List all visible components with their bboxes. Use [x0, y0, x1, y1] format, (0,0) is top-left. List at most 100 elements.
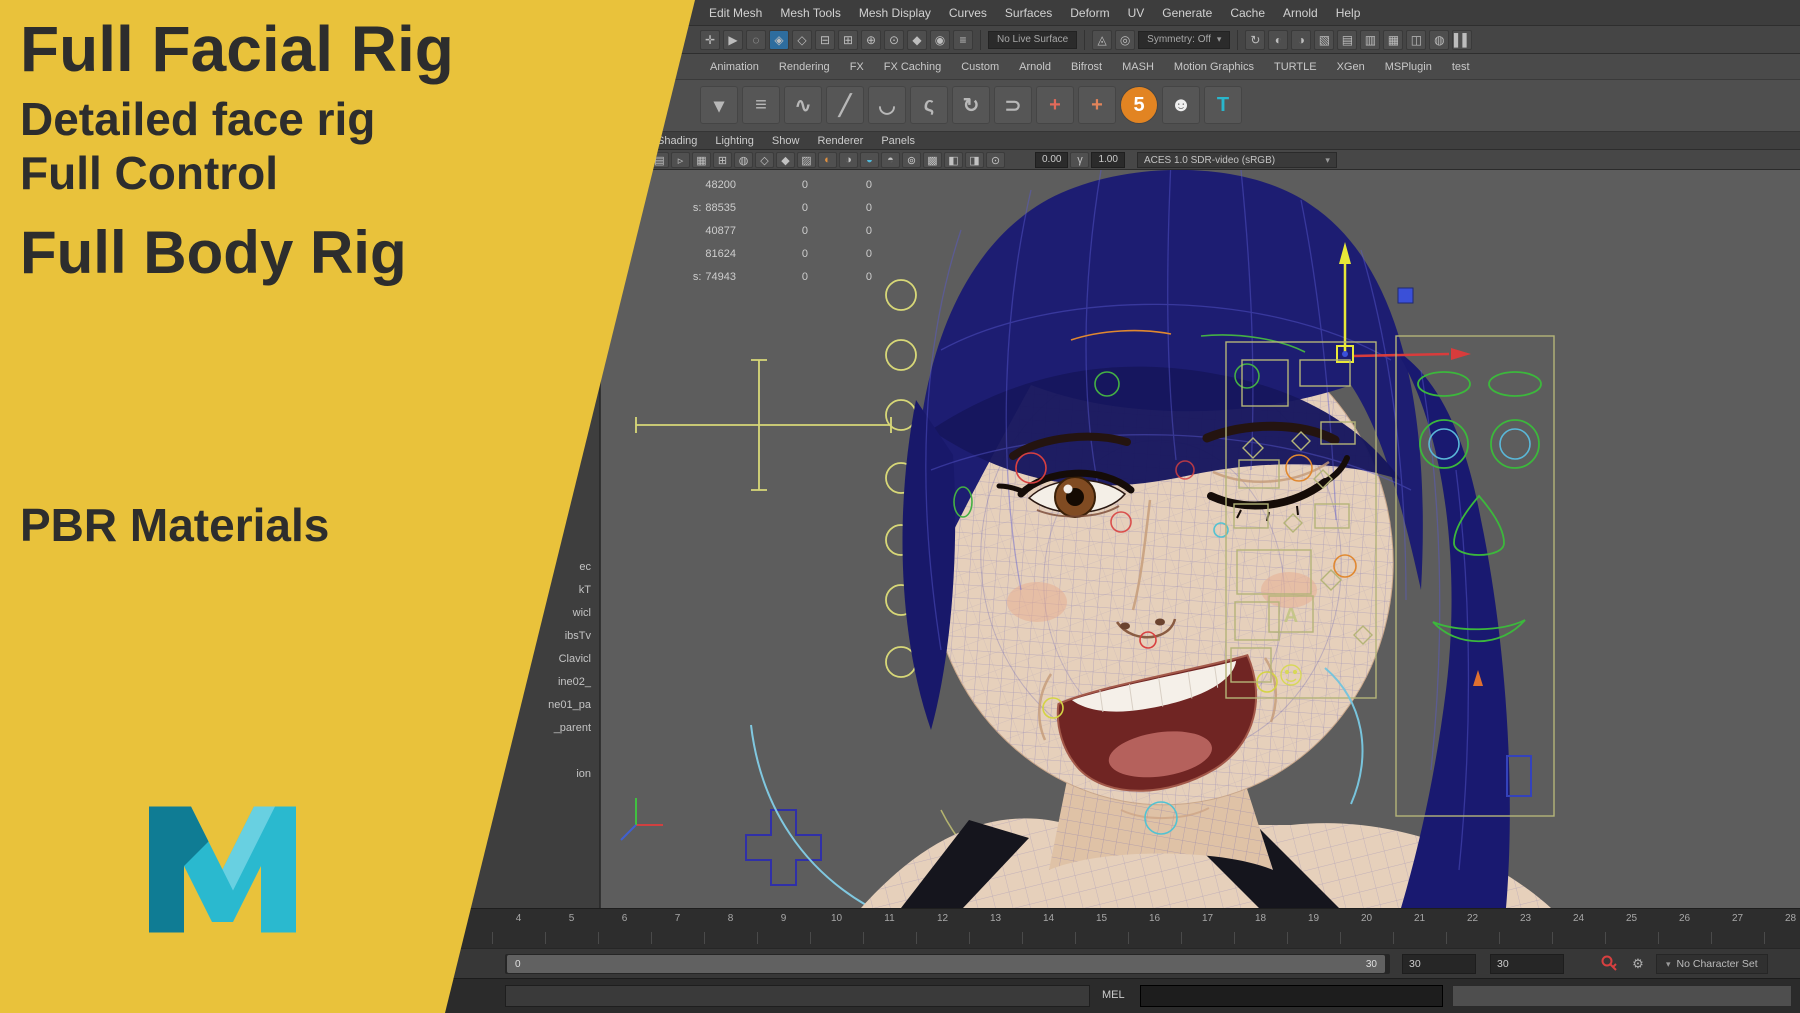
- lights-icon[interactable]: ◐: [818, 152, 837, 168]
- poly-tool-pink-icon[interactable]: +: [1078, 86, 1116, 124]
- ambient-occlusion-icon[interactable]: ◒: [860, 152, 879, 168]
- snap-to-curve-icon[interactable]: ⊕: [861, 30, 881, 50]
- shelf-tab[interactable]: FX: [840, 61, 874, 73]
- isolate-select-icon[interactable]: ◧: [944, 152, 963, 168]
- render-settings-icon[interactable]: ▤: [1337, 30, 1357, 50]
- select-tool-icon[interactable]: ▶: [723, 30, 743, 50]
- panel-menu-item[interactable]: Lighting: [706, 135, 763, 147]
- menubar-item[interactable]: Curves: [940, 6, 996, 20]
- shelf-tab[interactable]: TURTLE: [1264, 61, 1327, 73]
- frame-number[interactable]: 23: [1499, 913, 1552, 924]
- shadows-icon[interactable]: ◑: [839, 152, 858, 168]
- panel-menu-item[interactable]: Renderer: [808, 135, 872, 147]
- viewport[interactable]: A: [600, 170, 1800, 908]
- open-render-view-icon[interactable]: ◐: [1268, 30, 1288, 50]
- gamma-field[interactable]: 1.00: [1091, 152, 1124, 168]
- menubar-item[interactable]: Cache: [1221, 6, 1274, 20]
- hierarchy-mode-icon[interactable]: ⊟: [815, 30, 835, 50]
- xray-icon[interactable]: ◨: [965, 152, 984, 168]
- gamma-icon[interactable]: γ: [1070, 152, 1089, 168]
- shelf-tab[interactable]: Arnold: [1009, 61, 1061, 73]
- light-toggle-icon[interactable]: ◍: [1429, 30, 1449, 50]
- oversampling-icon[interactable]: ◍: [734, 152, 753, 168]
- shelf-tab[interactable]: Custom: [951, 61, 1009, 73]
- shelf-menu-icon[interactable]: ≡: [742, 86, 780, 124]
- range-bar[interactable]: 0 30: [507, 955, 1385, 973]
- five-sided-polygon-icon[interactable]: 5: [1120, 86, 1158, 124]
- frame-number[interactable]: 19: [1287, 913, 1340, 924]
- character-mesh[interactable]: [861, 170, 1551, 908]
- shelf-overflow-icon[interactable]: ▾: [700, 86, 738, 124]
- ep-curve-tool-icon[interactable]: ∿: [784, 86, 822, 124]
- animation-end-field[interactable]: 30: [1490, 954, 1564, 974]
- object-mode-icon[interactable]: ◈: [769, 30, 789, 50]
- shelf-tab[interactable]: Rendering: [769, 61, 840, 73]
- textured-mode-icon[interactable]: ▨: [797, 152, 816, 168]
- anim-preferences-icon[interactable]: ⚙: [1628, 954, 1648, 974]
- exposure-icon[interactable]: ⊙: [986, 152, 1005, 168]
- shelf-tab[interactable]: Bifrost: [1061, 61, 1112, 73]
- menubar-item[interactable]: Mesh Display: [850, 6, 940, 20]
- frame-number[interactable]: 24: [1552, 913, 1605, 924]
- frame-number[interactable]: 9: [757, 913, 810, 924]
- 2d-pan-zoom-icon[interactable]: ⊞: [713, 152, 732, 168]
- command-language-label[interactable]: MEL: [1102, 989, 1125, 1001]
- component-mode-icon[interactable]: ◇: [792, 30, 812, 50]
- capture-icon[interactable]: ◫: [1406, 30, 1426, 50]
- frame-number[interactable]: 10: [810, 913, 863, 924]
- shelf-tab[interactable]: Motion Graphics: [1164, 61, 1264, 73]
- menubar-item[interactable]: Surfaces: [996, 6, 1061, 20]
- frame-number[interactable]: 5: [545, 913, 598, 924]
- shelf-tab[interactable]: MSPlugin: [1375, 61, 1442, 73]
- symmetry-selector[interactable]: Symmetry: Off ▾: [1138, 31, 1230, 49]
- frame-number[interactable]: 7: [651, 913, 704, 924]
- auto-key-icon[interactable]: [1600, 954, 1620, 974]
- shelf-tab[interactable]: FX Caching: [874, 61, 951, 73]
- make-live-icon[interactable]: ◉: [930, 30, 950, 50]
- frame-number[interactable]: 8: [704, 913, 757, 924]
- menubar-item[interactable]: Generate: [1153, 6, 1221, 20]
- frame-number[interactable]: 25: [1605, 913, 1658, 924]
- motion-blur-icon[interactable]: ◓: [881, 152, 900, 168]
- menubar-item[interactable]: Help: [1327, 6, 1370, 20]
- shelf-tab[interactable]: MASH: [1112, 61, 1164, 73]
- lasso-tool-icon[interactable]: ◌: [746, 30, 766, 50]
- menubar-item[interactable]: Arnold: [1274, 6, 1327, 20]
- frame-number[interactable]: 15: [1075, 913, 1128, 924]
- frame-number[interactable]: 13: [969, 913, 1022, 924]
- poly-tool-red-icon[interactable]: +: [1036, 86, 1074, 124]
- pencil-curve-tool-icon[interactable]: ╱: [826, 86, 864, 124]
- command-results-field[interactable]: [1452, 985, 1792, 1007]
- input-connections-icon[interactable]: ≡: [953, 30, 973, 50]
- frame-number[interactable]: 26: [1658, 913, 1711, 924]
- menubar-item[interactable]: UV: [1119, 6, 1154, 20]
- grid-icon[interactable]: ▦: [1383, 30, 1403, 50]
- multisample-icon[interactable]: ⊚: [902, 152, 921, 168]
- menubar-item[interactable]: Deform: [1061, 6, 1118, 20]
- frame-number[interactable]: 6: [598, 913, 651, 924]
- shelf-tab[interactable]: test: [1442, 61, 1480, 73]
- pause-icon[interactable]: ▌▌: [1452, 30, 1472, 50]
- rotate-tool-icon[interactable]: ↻: [952, 86, 990, 124]
- frame-number[interactable]: 17: [1181, 913, 1234, 924]
- type-tool-icon[interactable]: T: [1204, 86, 1242, 124]
- menubar-item[interactable]: Edit Mesh: [700, 6, 771, 20]
- frame-number[interactable]: 16: [1128, 913, 1181, 924]
- image-plane-icon[interactable]: ▦: [692, 152, 711, 168]
- face-mask-icon[interactable]: ☻: [1162, 86, 1200, 124]
- playback-end-field[interactable]: 30: [1402, 954, 1476, 974]
- bookmark-icon[interactable]: ▹: [671, 152, 690, 168]
- mirror-tool-icon[interactable]: ⊃: [994, 86, 1032, 124]
- bezier-curve-icon[interactable]: ς: [910, 86, 948, 124]
- frame-number[interactable]: 12: [916, 913, 969, 924]
- snap-magnet-icon[interactable]: ◬: [1092, 30, 1112, 50]
- three-point-arc-icon[interactable]: ◡: [868, 86, 906, 124]
- soft-select-icon[interactable]: ◎: [1115, 30, 1135, 50]
- frame-number[interactable]: 14: [1022, 913, 1075, 924]
- frame-number[interactable]: 21: [1393, 913, 1446, 924]
- frame-number[interactable]: 18: [1234, 913, 1287, 924]
- snap-to-grid-icon[interactable]: ⊞: [838, 30, 858, 50]
- render-current-frame-icon[interactable]: ◑: [1291, 30, 1311, 50]
- frame-number[interactable]: 11: [863, 913, 916, 924]
- exposure-field[interactable]: 0.00: [1035, 152, 1068, 168]
